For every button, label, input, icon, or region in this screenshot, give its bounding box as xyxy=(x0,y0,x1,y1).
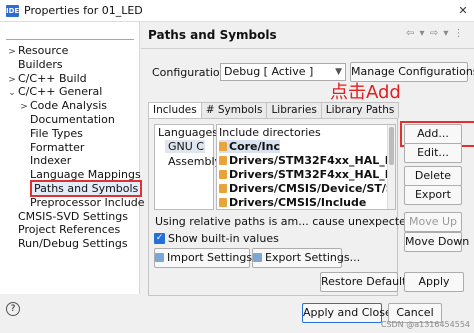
sidebar-item-indexer[interactable]: Indexer xyxy=(18,154,71,168)
language-assembly[interactable]: Assembly xyxy=(168,155,221,168)
sidebar-item-code-analysis[interactable]: > Code Analysis xyxy=(18,99,107,113)
language-gnu-c[interactable]: GNU C xyxy=(165,140,205,153)
sidebar-item-label: Preprocessor Include Pa xyxy=(30,195,161,209)
sidebar-item-paths-and-symbols[interactable]: Paths and Symbols xyxy=(18,180,143,197)
sidebar-item-run-debug-settings[interactable]: Run/Debug Settings xyxy=(6,237,128,251)
folder-icon xyxy=(219,184,227,193)
filter-input[interactable] xyxy=(6,26,134,40)
sidebar-item-label: Code Analysis xyxy=(30,99,107,113)
configuration-value: Debug [ Active ] xyxy=(224,65,314,78)
list-item[interactable]: Drivers/CMSIS/Include xyxy=(219,196,366,209)
tab-includes[interactable]: Includes xyxy=(148,102,202,118)
vertical-scrollbar[interactable] xyxy=(387,125,395,209)
chevron-down-icon[interactable]: ⌄ xyxy=(6,86,18,100)
include-directories-list[interactable]: Include directories Core/Inc Drivers/STM… xyxy=(216,124,396,210)
apply-and-close-button[interactable]: Apply and Close xyxy=(302,303,392,323)
sidebar-item-file-types[interactable]: File Types xyxy=(18,127,83,141)
folder-icon xyxy=(219,156,227,165)
apply-button[interactable]: Apply xyxy=(404,272,464,292)
sidebar-item-formatter[interactable]: Formatter xyxy=(18,141,84,155)
sidebar-item-label: Project References xyxy=(18,223,121,237)
app-icon: IDE xyxy=(6,5,20,17)
show-builtin-checkbox[interactable]: ✓ xyxy=(154,233,165,244)
libraries-tab-label: Libraries xyxy=(271,104,317,116)
sidebar-item-label: Formatter xyxy=(30,140,85,154)
annotation-text: 点击Add xyxy=(330,82,401,103)
sidebar-item-label: C/C++ Build xyxy=(18,71,87,85)
list-item[interactable]: Drivers/STM32F4xx_HAL_Drive xyxy=(219,154,395,167)
show-builtin-label: Show built-in values xyxy=(168,232,279,245)
sidebar-item-project-references[interactable]: Project References xyxy=(6,223,120,237)
page-title: Paths and Symbols xyxy=(148,28,277,42)
sidebar-item-label: Indexer xyxy=(30,154,72,168)
library-paths-tab-label: Library Paths xyxy=(325,104,395,116)
scrollbar-thumb[interactable] xyxy=(389,127,394,165)
sidebar-item-label: Resource xyxy=(18,44,69,57)
include-dir-label: Drivers/CMSIS/Include xyxy=(229,196,367,209)
configuration-label: Configuration: xyxy=(152,66,231,79)
import-settings-button[interactable]: Import Settings... xyxy=(154,248,263,268)
folder-icon xyxy=(219,198,227,207)
sidebar-item-label: C/C++ General xyxy=(18,85,103,99)
export-button[interactable]: Export xyxy=(404,185,462,205)
list-item[interactable]: Drivers/CMSIS/Device/ST/STM3 xyxy=(219,182,395,195)
import-settings-label: Import Settings... xyxy=(167,251,263,264)
sidebar-item-preprocessor-include-pa[interactable]: Preprocessor Include Pa xyxy=(18,196,161,210)
watermark: CSDN @a1316454554 xyxy=(380,320,470,329)
restore-defaults-button[interactable]: Restore Defaults xyxy=(320,272,412,292)
export-icon xyxy=(253,253,262,262)
window-title: Properties for 01_LED xyxy=(24,4,143,17)
export-settings-label: Export Settings... xyxy=(265,251,361,264)
export-settings-button[interactable]: Export Settings... xyxy=(252,248,360,268)
symbols-tab-label: # Symbols xyxy=(205,104,263,116)
sidebar-item-documentation[interactable]: Documentation xyxy=(18,113,115,127)
sidebar-item-label: Builders xyxy=(18,57,63,71)
tab-symbols[interactable]: # Symbols xyxy=(200,102,268,118)
divider xyxy=(141,48,474,49)
tab-libraries[interactable]: Libraries xyxy=(266,102,322,118)
title-bar: IDE Properties for 01_LED ✕ xyxy=(0,0,474,22)
sidebar-item-label: CMSIS-SVD Settings xyxy=(18,209,128,223)
sidebar-item-cmsis-svd-settings[interactable]: CMSIS-SVD Settings xyxy=(6,210,128,224)
window-controls: ✕ xyxy=(452,0,474,22)
sidebar-item-label: Paths and Symbols xyxy=(30,180,143,197)
sidebar-item-label: Documentation xyxy=(30,113,115,126)
sidebar-item-builders[interactable]: Builders xyxy=(6,58,63,72)
edit-button[interactable]: Edit... xyxy=(404,143,462,163)
include-header: Include directories xyxy=(219,126,321,139)
include-dir-label: Drivers/CMSIS/Device/ST/STM3 xyxy=(229,182,395,195)
sidebar-item-c-c-general[interactable]: ⌄ C/C++ General xyxy=(6,85,102,99)
sidebar-item-label: File Types xyxy=(30,126,83,140)
move-down-button[interactable]: Move Down xyxy=(404,232,469,252)
sidebar-item-resource[interactable]: > Resource xyxy=(6,44,68,58)
show-builtin-row[interactable]: ✓ Show built-in values xyxy=(154,232,279,245)
delete-button[interactable]: Delete xyxy=(404,166,462,186)
sidebar-item-c-c-build[interactable]: > C/C++ Build xyxy=(6,71,87,86)
sidebar-item-label: Run/Debug Settings xyxy=(18,237,128,251)
help-icon[interactable]: ? xyxy=(6,302,20,316)
list-item[interactable]: Drivers/STM32F4xx_HAL_Drive xyxy=(219,168,395,181)
close-icon[interactable]: ✕ xyxy=(452,0,474,22)
configuration-select[interactable]: Debug [ Active ] ▼ xyxy=(220,63,346,81)
languages-list[interactable]: Languages GNU C Assembly xyxy=(154,124,221,210)
folder-icon xyxy=(219,170,227,179)
tab-library-paths[interactable]: Library Paths xyxy=(320,102,400,118)
include-dir-label: Drivers/STM32F4xx_HAL_Drive xyxy=(229,168,395,181)
tab-bar: Includes # Symbols Libraries Library Pat… xyxy=(148,102,400,118)
nav-arrows-icon[interactable]: ⇦ ▾ ⇨ ▾ ⋮ xyxy=(406,28,465,39)
includes-tab-label: Includes xyxy=(153,104,197,116)
languages-header: Languages xyxy=(158,126,219,139)
list-item[interactable]: Core/Inc xyxy=(219,140,280,153)
include-dir-label: Drivers/STM32F4xx_HAL_Drive xyxy=(229,154,395,167)
move-up-button[interactable]: Move Up xyxy=(404,212,462,232)
folder-icon xyxy=(219,142,227,151)
include-dir-label: Core/Inc xyxy=(229,140,280,153)
import-icon xyxy=(155,253,164,262)
